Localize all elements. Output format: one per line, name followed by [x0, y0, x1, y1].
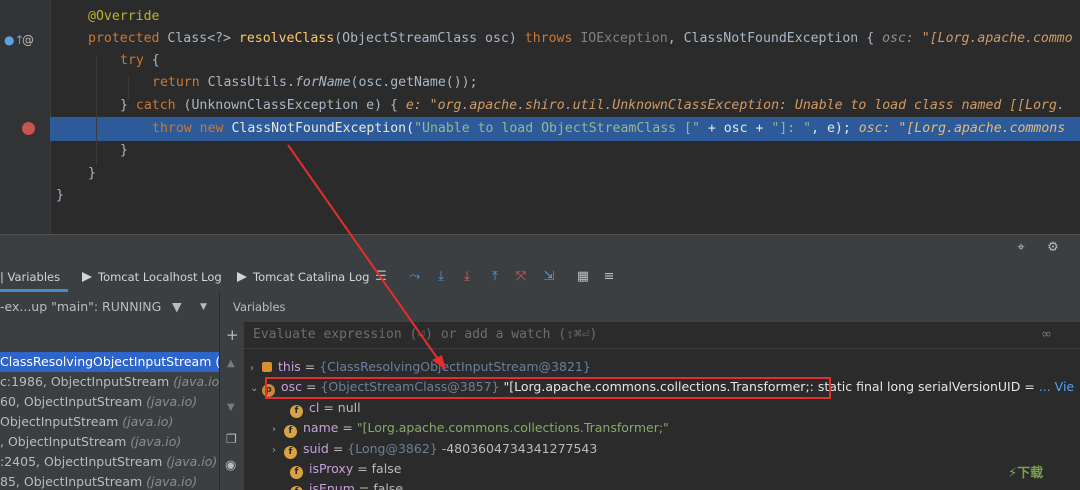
var-row-isproxy[interactable]: f isProxy = false: [290, 459, 401, 479]
annotation-icon[interactable]: @: [22, 33, 34, 47]
frame-row[interactable]: , ObjectInputStream (java.io): [0, 432, 219, 452]
step-over-icon[interactable]: ⤓: [432, 268, 450, 286]
thread-selector[interactable]: -ex...up "main": RUNNING ▼ ▼: [0, 292, 219, 322]
tab-tomcat-catalina-log[interactable]: Tomcat Catalina Log: [237, 262, 369, 292]
tab-variables[interactable]: | Variables: [0, 262, 60, 292]
code-line-close[interactable]: }: [120, 140, 128, 162]
code-line-catch[interactable]: } catch (UnknownClassException e) { e: "…: [120, 95, 1065, 117]
var-row-name[interactable]: › f name = "[Lorg.apache.commons.collectio…: [272, 418, 669, 438]
evaluate-expression-input[interactable]: Evaluate expression (⏎) or add a watch (…: [244, 322, 1080, 349]
watermark-logo: ⚡下载: [1008, 466, 1044, 481]
menu-icon[interactable]: ☰: [372, 268, 390, 286]
console-icon: [237, 272, 247, 282]
add-watch-icon[interactable]: +: [226, 326, 239, 344]
frame-row[interactable]: ClassResolvingObjectInputStream (: [0, 352, 219, 372]
show-execution-point-icon[interactable]: ⤳: [406, 268, 424, 286]
variables-sidebar: + ▲ ▼ ❐ ◉: [220, 322, 244, 490]
up-icon[interactable]: ▲: [227, 358, 235, 369]
code-line-signature[interactable]: protected Class<?> resolveClass(ObjectSt…: [88, 28, 1073, 50]
frame-name: c:1986, ObjectInputStream: [0, 374, 174, 389]
drop-frame-icon[interactable]: ⤧: [512, 268, 530, 286]
expand-icon[interactable]: ›: [250, 359, 262, 379]
field-icon: [262, 362, 272, 372]
chevron-down-icon[interactable]: ▼: [200, 292, 207, 322]
breakpoint-icon[interactable]: [22, 122, 35, 135]
code-line-try[interactable]: try {: [120, 50, 160, 72]
indent-guide: [96, 55, 97, 165]
down-icon[interactable]: ▼: [227, 402, 235, 413]
frame-row[interactable]: 60, ObjectInputStream (java.io): [0, 392, 219, 412]
filter-icon[interactable]: ▼: [172, 292, 182, 322]
variables-header: Variables: [220, 292, 1080, 322]
field-icon: f: [290, 486, 303, 490]
editor-gutter[interactable]: ●↑ @: [0, 0, 51, 234]
link-icon[interactable]: ∞: [1041, 322, 1052, 348]
field-icon: f: [290, 466, 303, 479]
frame-name: :2405, ObjectInputStream: [0, 454, 167, 469]
code-line-throw[interactable]: throw new ClassNotFoundException("Unable…: [152, 118, 1065, 140]
field-icon: f: [284, 425, 297, 438]
step-into-icon[interactable]: ⤓: [458, 268, 476, 286]
frame-name: 60, ObjectInputStream: [0, 394, 147, 409]
gear-icon[interactable]: ⚙: [1044, 239, 1062, 257]
frame-package: (java.io): [146, 474, 198, 489]
copy-icon[interactable]: ❐: [226, 432, 237, 446]
code-line-return[interactable]: return ClassUtils.forName(osc.getName())…: [152, 72, 478, 94]
frame-name: 85, ObjectInputStream: [0, 474, 147, 489]
frame-row[interactable]: 85, ObjectInputStream (java.io): [0, 472, 219, 490]
var-row-suid[interactable]: › f suid = {Long@3862} -480360473434127754…: [272, 439, 597, 459]
evaluate-icon[interactable]: ▦: [574, 268, 592, 286]
collapse-icon[interactable]: ⌄: [250, 379, 262, 399]
code-line-override[interactable]: @Override: [88, 6, 159, 28]
debug-tabs-bar: | Variables Tomcat Localhost Log Tomcat …: [0, 262, 1080, 293]
step-out-icon[interactable]: ⤒: [486, 268, 504, 286]
tab-tomcat-localhost-log[interactable]: Tomcat Localhost Log: [82, 262, 222, 292]
field-icon: f: [284, 446, 297, 459]
code-line-close[interactable]: }: [56, 185, 64, 207]
field-icon: f: [290, 405, 303, 418]
code-line-close[interactable]: }: [88, 163, 96, 185]
expand-icon[interactable]: ›: [272, 441, 284, 461]
frame-package: (java.io): [122, 414, 174, 429]
frame-row[interactable]: :2405, ObjectInputStream (java.io): [0, 452, 219, 472]
frames-panel[interactable]: -ex...up "main": RUNNING ▼ ▼ ClassResolv…: [0, 292, 220, 490]
debug-toolbar-top: ⌖ ⚙: [0, 234, 1080, 263]
run-to-cursor-icon[interactable]: ⇲: [540, 268, 558, 286]
variables-panel[interactable]: Variables + ▲ ▼ ❐ ◉ Evaluate expression …: [220, 292, 1080, 490]
expand-icon[interactable]: ›: [272, 420, 284, 440]
frame-name: , ObjectInputStream: [0, 434, 131, 449]
frame-package: (java.io): [173, 374, 220, 389]
crosshair-icon[interactable]: ⌖: [1012, 239, 1030, 257]
frame-package: (java.io): [146, 394, 198, 409]
eye-icon[interactable]: ◉: [225, 458, 236, 473]
highlight-box: [265, 377, 831, 399]
var-row-cl[interactable]: f cl = null: [290, 398, 361, 418]
code-editor[interactable]: ●↑ @ @Override protected Class<?> resolv…: [0, 0, 1080, 234]
frame-row[interactable]: ObjectInputStream (java.io): [0, 412, 219, 432]
frame-package: (java.io): [130, 434, 182, 449]
var-row-this[interactable]: › this = {ClassResolvingObjectInputStream…: [250, 357, 591, 377]
trace-icon[interactable]: ≡: [600, 268, 618, 286]
console-icon: [82, 272, 92, 282]
frame-package: (java.io): [166, 454, 218, 469]
frame-name: ClassResolvingObjectInputStream (: [0, 354, 220, 369]
var-row-isenum[interactable]: fisEnum = false: [290, 479, 403, 490]
frame-name: ObjectInputStream: [0, 414, 123, 429]
frame-row[interactable]: c:1986, ObjectInputStream (java.io): [0, 372, 219, 392]
